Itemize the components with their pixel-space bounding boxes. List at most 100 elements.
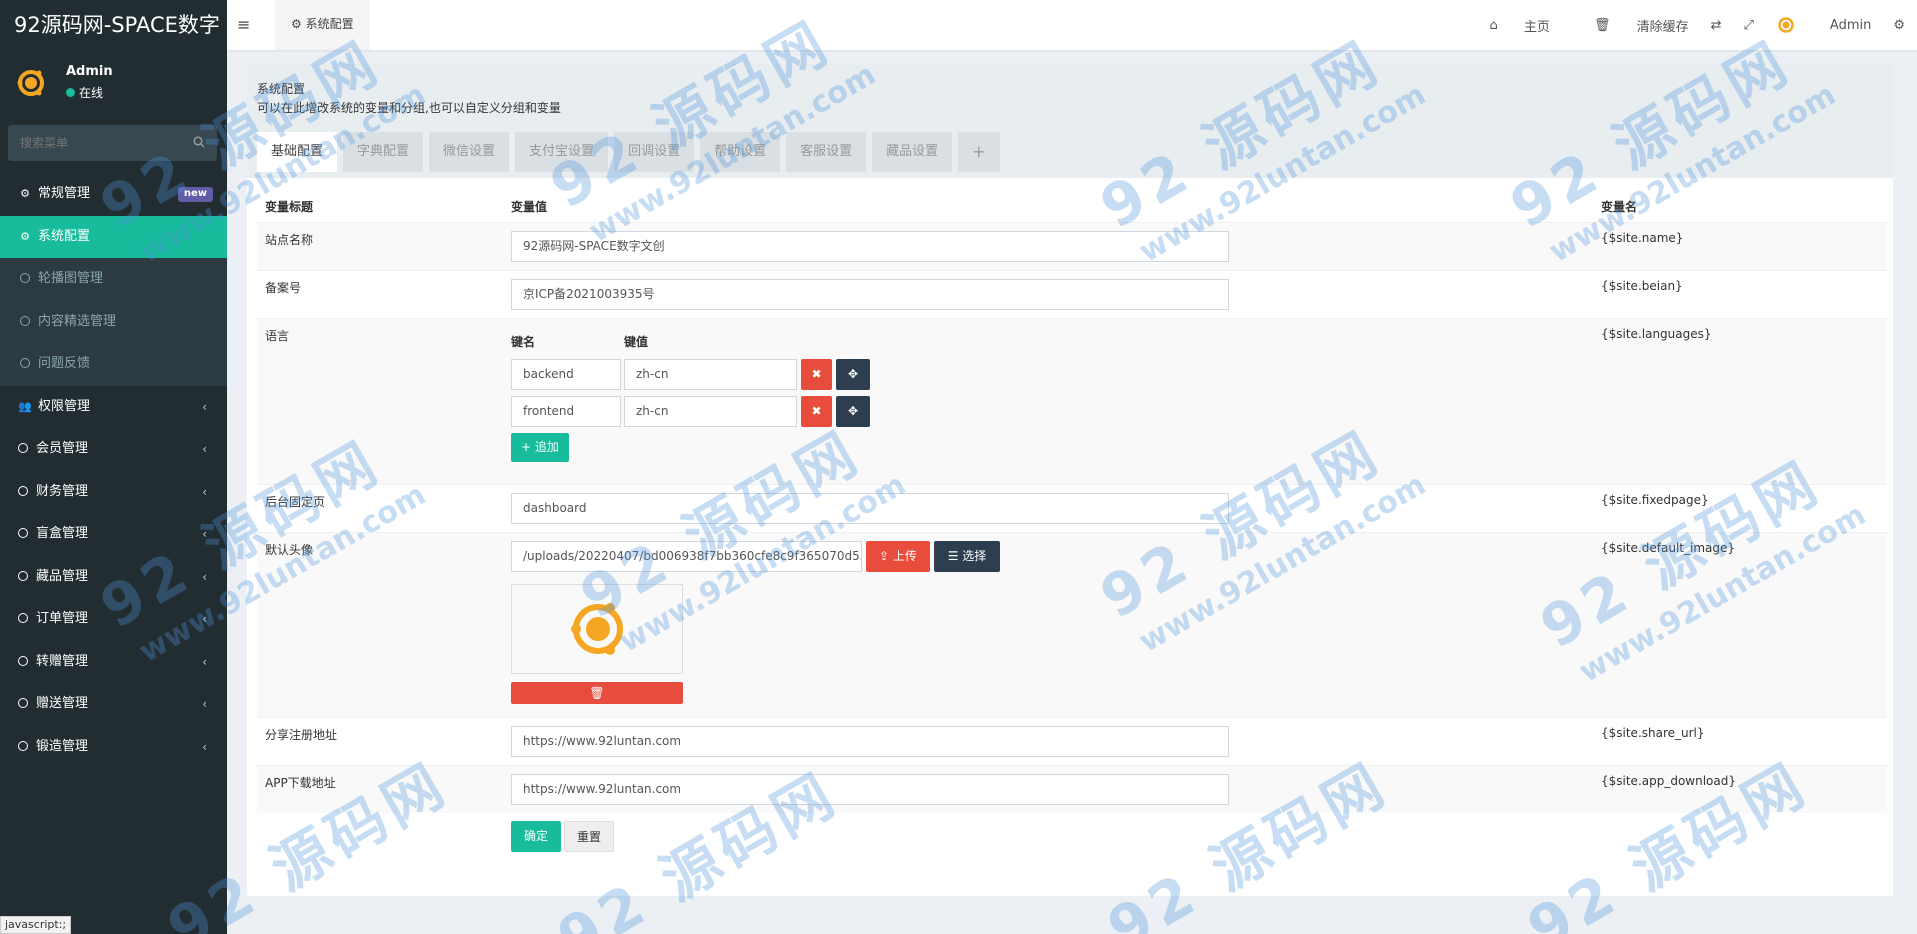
row-var: {$site.app_download} [1593, 764, 1887, 813]
sidebar-item-order[interactable]: 订单管理 ‹ [0, 598, 227, 641]
admin-menu[interactable]: Admin [1776, 15, 1871, 35]
chevron-left-icon: ‹ [202, 697, 207, 711]
move-icon: ✥ [847, 403, 859, 418]
ok-button[interactable]: 确定 [511, 821, 561, 852]
sidebar-item-label: 常规管理 [38, 186, 91, 201]
online-dot-icon [66, 88, 75, 97]
reset-button[interactable]: 重置 [564, 821, 614, 852]
sidebar-item-collection[interactable]: 藏品管理 ‹ [0, 556, 227, 599]
sidebar-search [8, 125, 217, 161]
sidebar-item-forge[interactable]: 锻造管理 ‹ [0, 726, 227, 769]
language-value-input[interactable]: zh-cn [624, 395, 797, 427]
chevron-left-icon: ‹ [202, 654, 207, 669]
chevron-left-icon: ‹ [202, 442, 207, 456]
gears-icon[interactable]: ⚙ [1893, 18, 1905, 33]
chevron-left-icon: ‹ [202, 527, 207, 541]
avatar-preview-image [571, 602, 623, 655]
clear-cache-button[interactable]: 🗑 清除缓存 [1572, 16, 1689, 35]
brand-logo[interactable]: 92源码网-SPACE数字 [0, 0, 227, 50]
table-row: 默认头像 /uploads/20220407/bd006938f7bb360cf… [257, 531, 1887, 717]
home-link[interactable]: ⌂ 主页 [1468, 16, 1550, 35]
tab-basic[interactable]: 基础配置 [257, 132, 338, 172]
search-input[interactable] [8, 125, 217, 161]
language-row: backend zh-cn ✖ ✥ [511, 358, 1593, 390]
drag-row-button[interactable]: ✥ [836, 358, 870, 390]
tab-collection[interactable]: 藏品设置 [872, 132, 953, 172]
main-content: 系统配置 可以在此增改系统的变量和分组,也可以自定义分组和变量 基础配置 字典配… [227, 50, 1917, 934]
tab-callback[interactable]: 回调设置 [614, 132, 695, 172]
sidebar-item-blindbox[interactable]: 盲盒管理 ‹ [0, 513, 227, 556]
app-download-input[interactable]: https://www.92luntan.com [511, 773, 1229, 805]
chevron-left-icon: ‹ [202, 484, 207, 499]
circle-icon [18, 655, 28, 666]
sidebar-item-feedback[interactable]: 问题反馈 [0, 343, 227, 386]
sidebar-item-sysconfig[interactable]: ⚙ 系统配置 [0, 215, 227, 258]
choose-button[interactable]: ☰ 选择 [934, 540, 1000, 572]
circle-icon [18, 485, 28, 496]
config-panel: 系统配置 可以在此增改系统的变量和分组,也可以自定义分组和变量 基础配置 字典配… [247, 64, 1893, 896]
avatar [1778, 17, 1794, 33]
chevron-left-icon: ‹ [202, 569, 207, 584]
upload-button[interactable]: ⇪ 上传 [866, 540, 930, 572]
sidebar: 92源码网-SPACE数字 Admin 在线 ⚙ 常规管理 new ⚙ 系统配置 轮播… [0, 0, 227, 934]
site-name-input[interactable]: 92源码网-SPACE数字文创 [511, 230, 1229, 262]
sidebar-item-auth[interactable]: 👥 权限管理 ‹ [0, 386, 227, 429]
config-table: 变量标题 变量值 变量名 站点名称 92源码网-SPACE数字文创 {$site… [257, 192, 1887, 863]
share-url-input[interactable]: https://www.92luntan.com [511, 725, 1229, 757]
group-icon: 👥 [18, 399, 32, 413]
remove-row-button[interactable]: ✖ [801, 358, 832, 390]
sidebar-item-finance[interactable]: 财务管理 ‹ [0, 471, 227, 514]
tab-wechat[interactable]: 微信设置 [429, 132, 510, 172]
sidebar-item-transfer[interactable]: 转赠管理 ‹ [0, 641, 227, 684]
upload-label: 上传 [892, 548, 917, 563]
table-row: 站点名称 92源码网-SPACE数字文创 {$site.name} [257, 221, 1887, 270]
tab-dictionary[interactable]: 字典配置 [343, 132, 424, 172]
search-icon[interactable] [193, 136, 205, 148]
language-icon[interactable]: ⇄ [1711, 18, 1722, 33]
table-row: 语言 键名 键值 backend zh-cn ✖ ✥ frontend zh-c [257, 317, 1887, 484]
navbar-right: ⌂ 主页 🗑 清除缓存 ⇄ ⤢ Admin ⚙ [1446, 0, 1905, 50]
col-value-header: 变量值 [511, 200, 548, 215]
table-header: 变量标题 变量值 变量名 [257, 192, 1887, 222]
language-key-input[interactable]: backend [511, 358, 621, 390]
user-panel: Admin 在线 [0, 50, 227, 120]
col-title-header: 变量标题 [265, 200, 314, 215]
tab-sysconfig[interactable]: ⚙ 系统配置 [275, 0, 370, 50]
beian-input[interactable]: 京ICP备2021003935号 [511, 278, 1229, 310]
home-label: 主页 [1523, 19, 1550, 35]
tab-help[interactable]: 帮助设置 [700, 132, 781, 172]
language-key-input[interactable]: frontend [511, 395, 621, 427]
language-value-input[interactable]: zh-cn [624, 358, 797, 390]
default-image-input[interactable]: /uploads/20220407/bd006938f7bb360cfe8c9f… [511, 540, 862, 572]
sidebar-item-general[interactable]: ⚙ 常规管理 new [0, 173, 227, 216]
tab-alipay[interactable]: 支付宝设置 [515, 132, 609, 172]
drag-row-button[interactable]: ✥ [836, 395, 870, 427]
tab-label: 系统配置 [305, 17, 354, 31]
add-label: 追加 [534, 439, 559, 454]
circle-icon [18, 740, 28, 751]
add-language-button[interactable]: + 追加 [511, 432, 569, 462]
key-header: 键名 [511, 334, 536, 349]
add-tab-icon[interactable]: + [958, 132, 1000, 172]
sidebar-item-label: 财务管理 [36, 483, 89, 499]
row-var: {$site.share_url} [1593, 716, 1887, 765]
chevron-left-icon: ‹ [202, 739, 207, 754]
user-name: Admin [66, 64, 113, 79]
chevron-left-icon: ‹ [202, 612, 207, 626]
menu-toggle-icon[interactable]: ≡ [237, 15, 250, 34]
cogs-icon: ⚙ [20, 187, 30, 200]
fullscreen-icon[interactable]: ⤢ [1744, 18, 1754, 33]
row-label: APP下载地址 [257, 764, 503, 813]
remove-row-button[interactable]: ✖ [801, 395, 832, 427]
list-icon: ☰ [947, 548, 963, 563]
choose-label: 选择 [962, 548, 987, 563]
sidebar-item-member[interactable]: 会员管理 ‹ [0, 428, 227, 471]
sidebar-item-carousel[interactable]: 轮播图管理 [0, 258, 227, 301]
circle-icon [20, 358, 30, 368]
sidebar-item-featured[interactable]: 内容精选管理 [0, 300, 227, 343]
sidebar-item-label: 订单管理 [36, 611, 89, 626]
delete-image-button[interactable]: 🗑 [511, 681, 683, 704]
sidebar-item-gift[interactable]: 赠送管理 ‹ [0, 683, 227, 726]
fixedpage-input[interactable]: dashboard [511, 492, 1229, 524]
tab-service[interactable]: 客服设置 [786, 132, 867, 172]
